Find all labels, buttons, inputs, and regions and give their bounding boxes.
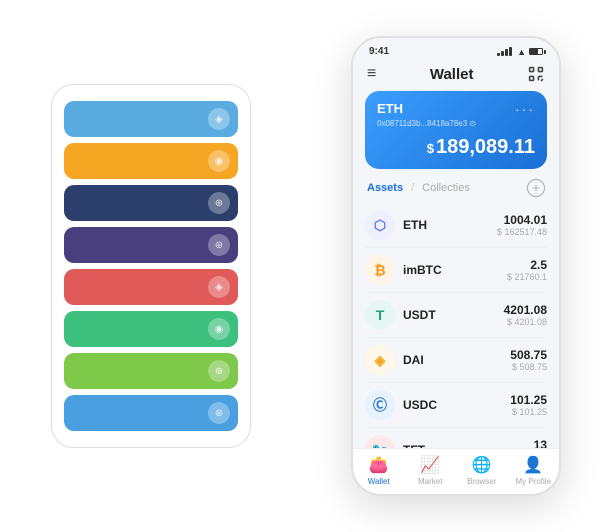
nav-item-browser[interactable]: 🌐 Browser	[456, 455, 508, 486]
nav-icon: 👛	[369, 455, 389, 475]
asset-amount: 2.5	[507, 258, 547, 272]
assets-tabs: Assets / Collecties	[367, 182, 470, 194]
nav-icon: 📈	[420, 455, 440, 475]
status-icons: ▲	[497, 47, 543, 57]
asset-name: DAI	[403, 353, 510, 367]
card-row: ◉	[64, 143, 238, 179]
asset-icon: 🐦	[365, 435, 395, 448]
asset-name: USDT	[403, 308, 504, 322]
asset-list: ⬡ ETH 1004.01 $ 162517.48 ₿ imBTC 2.5 $ …	[353, 203, 559, 448]
asset-usd: $ 508.75	[510, 362, 547, 372]
card-icon: ◈	[208, 108, 230, 130]
asset-name: ETH	[403, 218, 497, 232]
add-asset-button[interactable]: +	[527, 179, 545, 197]
card-icon: ⊕	[208, 360, 230, 382]
asset-amount: 13	[534, 438, 547, 448]
nav-label: Wallet	[368, 477, 390, 486]
battery-icon	[529, 48, 543, 55]
nav-label: Browser	[467, 477, 496, 486]
asset-values: 2.5 $ 21760.1	[507, 258, 547, 282]
card-row: ⊕	[64, 185, 238, 221]
card-icon: ◈	[208, 276, 230, 298]
asset-values: 1004.01 $ 162517.48	[497, 213, 547, 237]
balance-value: 189,089.11	[436, 136, 535, 158]
page-title: Wallet	[430, 66, 474, 83]
asset-amount: 4201.08	[504, 303, 547, 317]
phone-header: ≡ Wallet	[353, 61, 559, 91]
tab-assets[interactable]: Assets	[367, 182, 403, 194]
asset-values: 4201.08 $ 4201.08	[504, 303, 547, 327]
asset-usd: $ 4201.08	[504, 317, 547, 327]
balance-symbol: $	[427, 141, 434, 156]
asset-amount: 1004.01	[497, 213, 547, 227]
asset-values: 508.75 $ 508.75	[510, 348, 547, 372]
card-icon: ◉	[208, 150, 230, 172]
eth-balance: $189,089.11	[377, 136, 535, 159]
card-icon: ◉	[208, 318, 230, 340]
card-row: ◈	[64, 101, 238, 137]
asset-name: USDC	[403, 398, 510, 412]
assets-header: Assets / Collecties +	[353, 179, 559, 203]
nav-item-wallet[interactable]: 👛 Wallet	[353, 455, 405, 486]
phone-mockup: 9:41 ▲ ≡ Wallet	[351, 36, 561, 496]
asset-item[interactable]: T USDT 4201.08 $ 4201.08	[365, 293, 547, 338]
nav-icon: 👤	[523, 455, 543, 475]
card-row: ⊕	[64, 353, 238, 389]
nav-item-market[interactable]: 📈 Market	[405, 455, 457, 486]
bottom-nav: 👛 Wallet 📈 Market 🌐 Browser 👤 My Profile	[353, 448, 559, 494]
wifi-icon: ▲	[517, 47, 526, 57]
asset-item[interactable]: ◈ DAI 508.75 $ 508.75	[365, 338, 547, 383]
asset-icon: T	[365, 300, 395, 330]
card-icon: ⊕	[208, 192, 230, 214]
asset-values: 101.25 $ 101.25	[510, 393, 547, 417]
card-stack: ◈ ◉ ⊕ ⊛ ◈ ◉ ⊕ ⊛	[51, 84, 251, 448]
asset-item[interactable]: 🐦 TFT 13 0	[365, 428, 547, 448]
card-row: ⊛	[64, 227, 238, 263]
asset-name: imBTC	[403, 263, 507, 277]
tab-divider: /	[411, 182, 414, 194]
asset-usd: $ 162517.48	[497, 227, 547, 237]
nav-label: My Profile	[515, 477, 551, 486]
eth-address: 0x08711d3b...8418a78e3 ⊙	[377, 119, 535, 128]
card-row: ⊛	[64, 395, 238, 431]
asset-item[interactable]: ⬡ ETH 1004.01 $ 162517.48	[365, 203, 547, 248]
scan-icon[interactable]	[527, 65, 545, 83]
asset-item[interactable]: ₿ imBTC 2.5 $ 21760.1	[365, 248, 547, 293]
nav-icon: 🌐	[472, 455, 492, 475]
asset-icon: Ⓒ	[365, 390, 395, 420]
tab-collecties[interactable]: Collecties	[422, 182, 470, 194]
asset-usd: $ 21760.1	[507, 272, 547, 282]
asset-icon: ⬡	[365, 210, 395, 240]
asset-amount: 101.25	[510, 393, 547, 407]
status-bar: 9:41 ▲	[353, 38, 559, 61]
asset-icon: ₿	[365, 255, 395, 285]
nav-label: Market	[418, 477, 442, 486]
eth-card-more[interactable]: ···	[515, 101, 535, 117]
asset-item[interactable]: Ⓒ USDC 101.25 $ 101.25	[365, 383, 547, 428]
asset-amount: 508.75	[510, 348, 547, 362]
eth-card[interactable]: ETH ··· 0x08711d3b...8418a78e3 ⊙ $189,08…	[365, 91, 547, 169]
eth-card-label: ETH	[377, 101, 403, 116]
card-icon: ⊛	[208, 402, 230, 424]
asset-usd: $ 101.25	[510, 407, 547, 417]
card-row: ◈	[64, 269, 238, 305]
status-time: 9:41	[369, 46, 389, 57]
card-row: ◉	[64, 311, 238, 347]
card-icon: ⊛	[208, 234, 230, 256]
asset-icon: ◈	[365, 345, 395, 375]
nav-item-my-profile[interactable]: 👤 My Profile	[508, 455, 560, 486]
scene: ◈ ◉ ⊕ ⊛ ◈ ◉ ⊕ ⊛ 9:41 ▲ ≡ Wallet	[21, 16, 581, 516]
asset-values: 13 0	[534, 438, 547, 448]
menu-icon[interactable]: ≡	[367, 65, 376, 83]
